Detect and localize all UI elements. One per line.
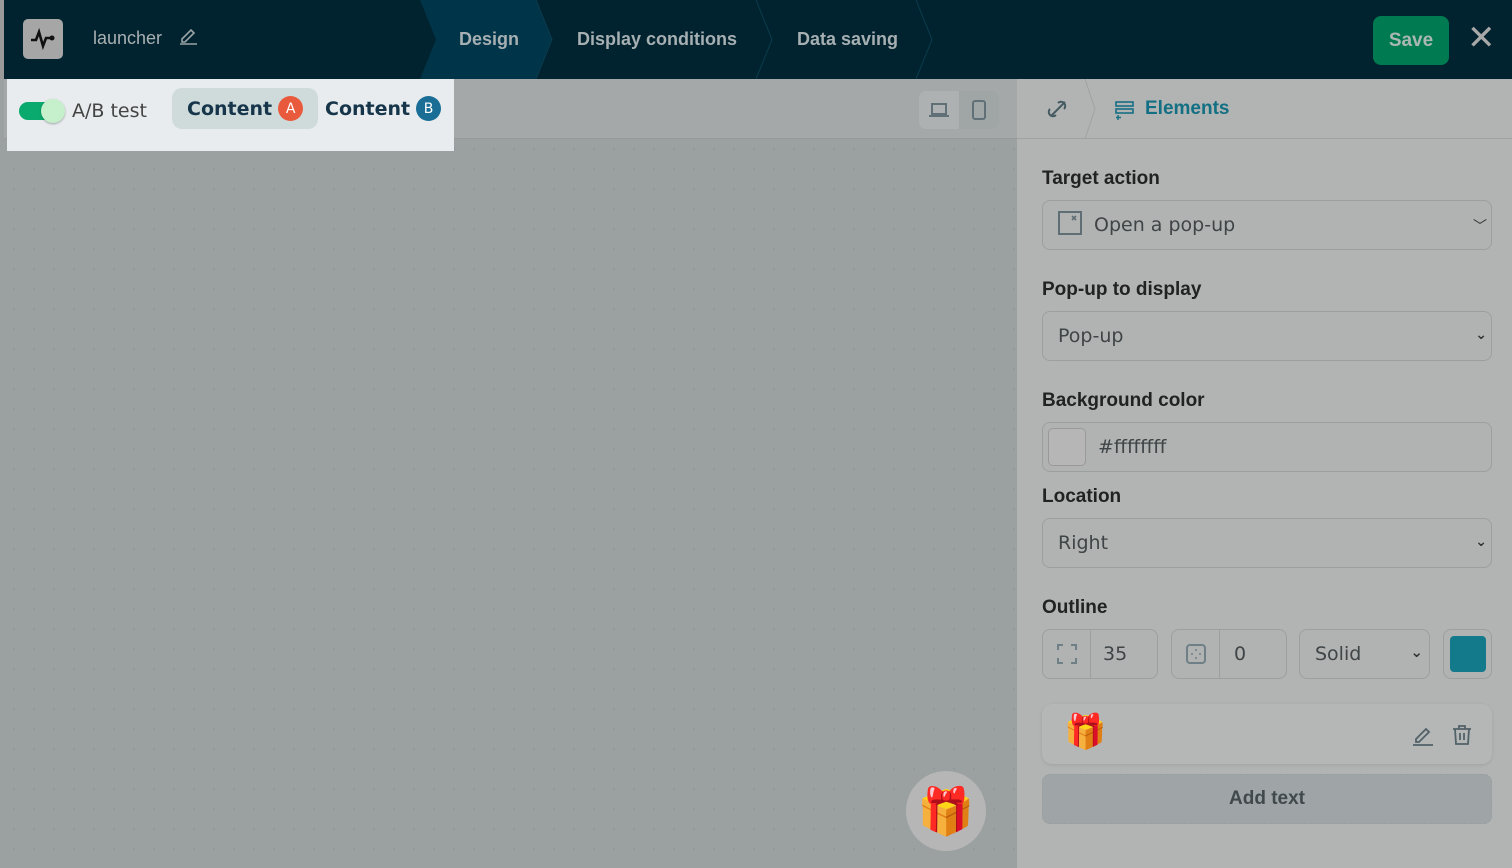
gift-image-icon: 🎁 — [1064, 712, 1107, 752]
outline-width-input[interactable]: 0 — [1171, 629, 1287, 679]
badge-b: B — [416, 96, 442, 121]
outline-style-value: Solid — [1315, 643, 1362, 665]
app-logo-icon[interactable] — [23, 19, 63, 59]
outline-color-swatch — [1449, 636, 1486, 672]
edit-icon[interactable] — [1412, 724, 1434, 750]
popup-select[interactable]: Pop-up ⌄ — [1042, 311, 1492, 361]
border-width-icon — [1172, 630, 1220, 678]
save-button[interactable]: Save — [1373, 16, 1449, 65]
location-value: Right — [1058, 532, 1109, 554]
target-action-value: Open a pop-up — [1094, 214, 1236, 236]
campaign-title: launcher — [93, 28, 163, 48]
mobile-icon[interactable] — [959, 91, 999, 129]
chevron-down-icon: ﹀ — [1473, 219, 1487, 235]
elements-icon — [1115, 100, 1135, 124]
close-icon[interactable]: ✕ — [1467, 20, 1496, 56]
image-element-row: 🎁 — [1042, 704, 1492, 764]
tab-label: Content — [187, 97, 273, 120]
outline-radius-value: 35 — [1103, 643, 1128, 665]
launcher-icon[interactable] — [1047, 99, 1069, 123]
add-text-button[interactable]: Add text — [1042, 774, 1492, 824]
breadcrumb-separator — [1084, 79, 1096, 139]
outline-style-select[interactable]: Solid ⌄ — [1299, 629, 1430, 679]
step-design[interactable]: Design — [459, 0, 519, 79]
trash-icon[interactable] — [1452, 724, 1472, 750]
background-color-value: #ffffffff — [1098, 436, 1167, 458]
popup-value: Pop-up — [1058, 325, 1124, 347]
desktop-icon[interactable] — [919, 91, 959, 129]
target-action-select[interactable]: Open a pop-up ﹀ — [1042, 200, 1492, 250]
outline-color-picker[interactable] — [1443, 629, 1492, 679]
tab-content-a[interactable]: Content A — [172, 88, 319, 129]
background-color-input[interactable]: #ffffffff — [1042, 422, 1492, 472]
badge-a: A — [278, 96, 304, 121]
gift-icon: 🎁 — [917, 783, 975, 838]
chevron-down-icon: ⌄ — [1475, 327, 1487, 343]
ab-test-label: A/B test — [72, 100, 147, 122]
chevron-down-icon: ⌄ — [1475, 534, 1487, 550]
target-action-label: Target action — [1042, 168, 1160, 189]
popup-icon — [1058, 210, 1082, 240]
corner-radius-icon — [1043, 630, 1091, 678]
step-data-saving[interactable]: Data saving — [797, 0, 898, 79]
device-switcher — [919, 91, 999, 129]
chevron-down-icon: ⌄ — [1410, 643, 1423, 661]
outline-width-value: 0 — [1234, 643, 1247, 665]
popup-label: Pop-up to display — [1042, 279, 1202, 300]
ab-test-bar: A/B test Content A Content B — [7, 79, 454, 151]
panel-breadcrumb: Elements — [1017, 79, 1512, 139]
edit-title-icon[interactable] — [178, 25, 198, 49]
settings-panel: Elements Target action Open a pop-up ﹀ Po… — [1017, 79, 1512, 868]
color-swatch[interactable] — [1048, 428, 1086, 466]
step-display-conditions[interactable]: Display conditions — [577, 0, 737, 79]
launcher-gift-preview[interactable]: 🎁 — [906, 771, 986, 851]
outline-radius-input[interactable]: 35 — [1042, 629, 1158, 679]
tab-label: Content — [325, 97, 411, 120]
tab-content-b[interactable]: Content B — [310, 88, 456, 129]
canvas — [4, 79, 1017, 868]
top-bar: launcher Design Display conditions Data … — [0, 0, 1512, 79]
location-select[interactable]: Right ⌄ — [1042, 518, 1492, 568]
background-color-label: Background color — [1042, 390, 1205, 411]
ab-test-toggle[interactable] — [19, 99, 65, 123]
breadcrumb-elements: Elements — [1145, 98, 1230, 119]
outline-label: Outline — [1042, 597, 1108, 618]
location-label: Location — [1042, 486, 1122, 507]
